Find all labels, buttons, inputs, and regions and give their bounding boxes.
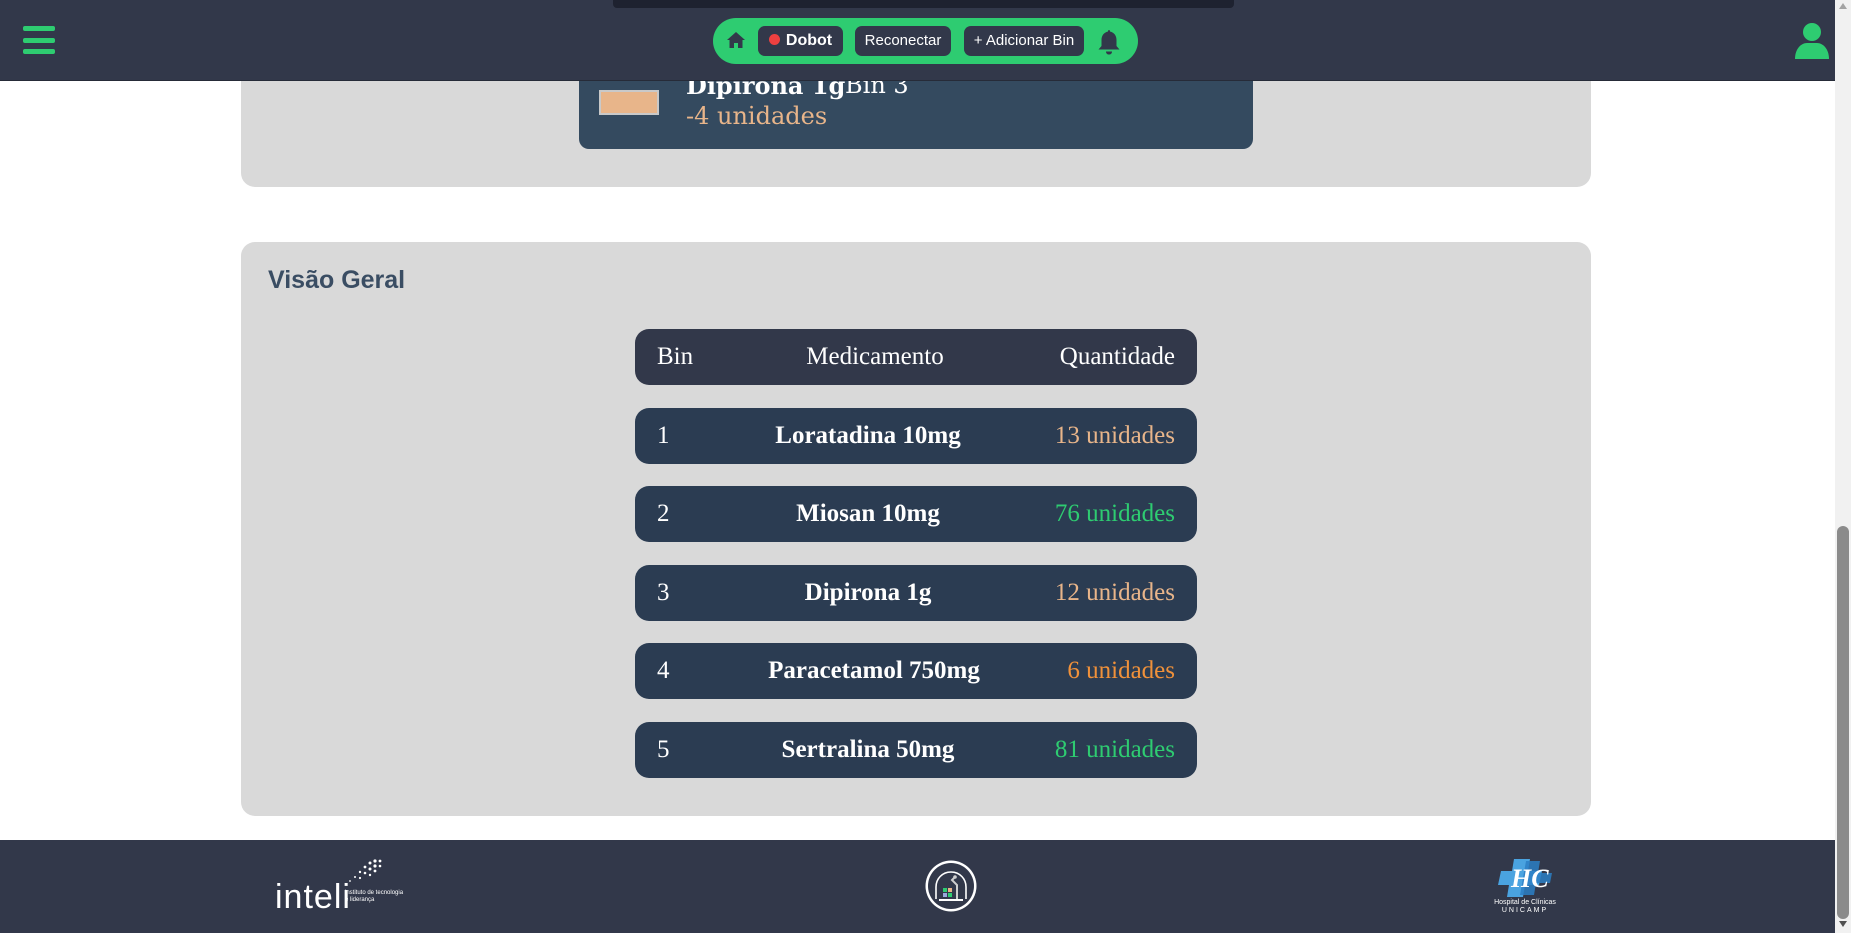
reconnect-button[interactable]: Reconectar — [855, 26, 951, 56]
hc-hospital-label: Hospital de Clínicas — [1494, 899, 1556, 906]
inteli-tagline: instituto de tecnologia e liderança — [345, 890, 404, 903]
row-quantity: 76 unidades — [1054, 500, 1175, 527]
scroll-down-arrow-icon[interactable] — [1839, 921, 1847, 927]
row-quantity: 81 unidades — [1054, 736, 1175, 763]
inteli-logo: inteli instituto de tecnologia e lideran… — [275, 856, 425, 916]
table-row: 3 Dipirona 1g 12 unidades — [635, 565, 1197, 621]
medication-color-swatch — [599, 90, 659, 115]
hc-unicamp-label: UNICAMP — [1501, 907, 1549, 914]
hc-unicamp-logo: HC Hospital de Clínicas UNICAMP — [1490, 857, 1560, 917]
add-bin-button[interactable]: + Adicionar Bin — [964, 26, 1084, 56]
inteli-dots-icon — [349, 859, 382, 882]
robot-name: Dobot — [785, 32, 833, 49]
page-content: Dipirona 1g Bin 3 -4 unidades Visão Gera… — [0, 0, 1835, 933]
connection-status-dot-icon — [768, 34, 780, 45]
inteli-wordmark: inteli — [275, 878, 351, 916]
table-row: 1 Loratadina 10mg 13 unidades — [635, 408, 1197, 464]
vertical-scrollbar[interactable] — [1835, 0, 1851, 933]
overview-section: Visão Geral Bin Medicamento Quantidade 1… — [241, 242, 1591, 816]
bell-icon[interactable] — [1096, 28, 1122, 56]
row-quantity: 6 unidades — [1067, 657, 1175, 684]
overview-title: Visão Geral — [268, 266, 406, 294]
row-quantity: 12 unidades — [1054, 579, 1175, 606]
home-icon[interactable] — [726, 31, 746, 49]
scroll-up-arrow-icon[interactable] — [1839, 3, 1847, 9]
hc-unicamp-text: Hospital de Clínicas UNICAMP — [1490, 899, 1560, 915]
user-profile-icon[interactable] — [1794, 22, 1830, 60]
top-navbar: Dobot Reconectar + Adicionar Bin — [0, 0, 1835, 81]
svg-text:HC: HC — [1510, 864, 1549, 893]
log-entry-quantity: -4 unidades — [686, 102, 828, 130]
project-robot-logo — [925, 860, 977, 912]
column-header-quantity: Quantidade — [1059, 343, 1175, 370]
table-row: 4 Paracetamol 750mg 6 unidades — [635, 643, 1197, 699]
row-quantity: 13 unidades — [1054, 422, 1175, 449]
table-header: Bin Medicamento Quantidade — [635, 329, 1197, 385]
header-notch — [613, 0, 1234, 8]
hamburger-menu-icon[interactable] — [23, 26, 55, 54]
table-row: 2 Miosan 10mg 76 unidades — [635, 486, 1197, 542]
scrollbar-thumb[interactable] — [1837, 526, 1849, 919]
robot-status-button[interactable]: Dobot — [758, 26, 843, 56]
robot-control-bar: Dobot Reconectar + Adicionar Bin — [713, 18, 1138, 64]
table-row: 5 Sertralina 50mg 81 unidades — [635, 722, 1197, 778]
hc-cross-icon: HC — [1498, 859, 1552, 897]
